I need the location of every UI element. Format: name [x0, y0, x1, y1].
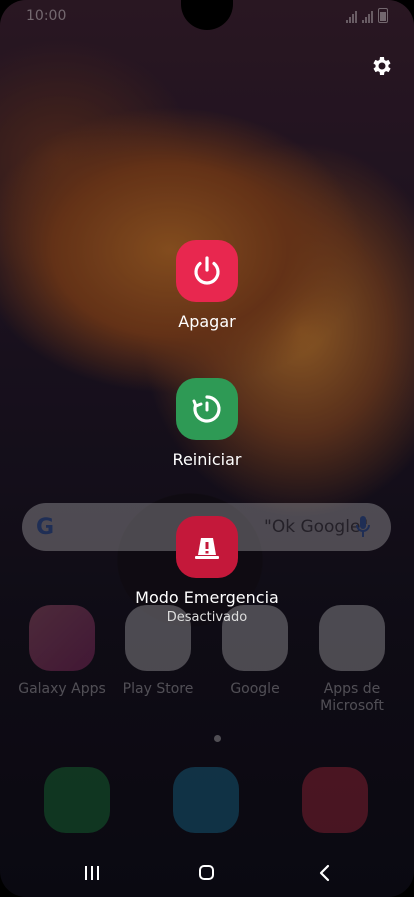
- recents-icon[interactable]: [84, 866, 100, 880]
- page-indicator: [214, 735, 221, 742]
- restart-label: Reiniciar: [172, 450, 242, 469]
- status-icons: [346, 8, 388, 23]
- emergency-mode-status: Desactivado: [166, 610, 248, 625]
- camera-icon: [302, 767, 368, 833]
- emergency-icon: [195, 538, 219, 559]
- home-icon[interactable]: [199, 865, 214, 880]
- navigation-bar: [0, 845, 414, 897]
- app-label: Play Store: [122, 681, 194, 697]
- power-icon: [194, 256, 220, 285]
- status-time: 10:00: [26, 8, 67, 24]
- power-off-label: Apagar: [178, 312, 236, 331]
- power-off-button[interactable]: [176, 240, 238, 302]
- microsoft-folder-icon: [319, 605, 385, 671]
- mic-icon: [356, 516, 370, 537]
- restart-button[interactable]: [176, 378, 238, 440]
- restart-option[interactable]: Reiniciar: [157, 378, 257, 469]
- app-microsoft-folder: Apps de Microsoft: [307, 605, 397, 715]
- power-off-option[interactable]: Apagar: [157, 240, 257, 331]
- emergency-mode-button[interactable]: [176, 516, 238, 578]
- gear-icon[interactable]: [370, 54, 394, 78]
- screen: 10:00 G "Ok Google" Galaxy Apps Play Sto…: [0, 0, 414, 897]
- messages-icon: [173, 767, 239, 833]
- emergency-mode-option[interactable]: Modo Emergencia Desactivado: [117, 516, 297, 625]
- galaxy-apps-icon: [29, 605, 95, 671]
- app-label: Apps de Microsoft: [320, 681, 384, 714]
- phone-icon: [44, 767, 110, 833]
- app-label: Google: [230, 681, 280, 697]
- google-g-icon: G: [36, 515, 55, 540]
- restart-icon: [192, 395, 221, 423]
- signal-icon: [362, 11, 373, 23]
- app-label: Galaxy Apps: [18, 681, 106, 697]
- signal-icon: [346, 11, 357, 23]
- emergency-mode-label: Modo Emergencia: [135, 588, 279, 607]
- battery-icon: [378, 8, 388, 23]
- back-icon[interactable]: [316, 864, 332, 882]
- app-galaxy-apps: Galaxy Apps: [17, 605, 107, 698]
